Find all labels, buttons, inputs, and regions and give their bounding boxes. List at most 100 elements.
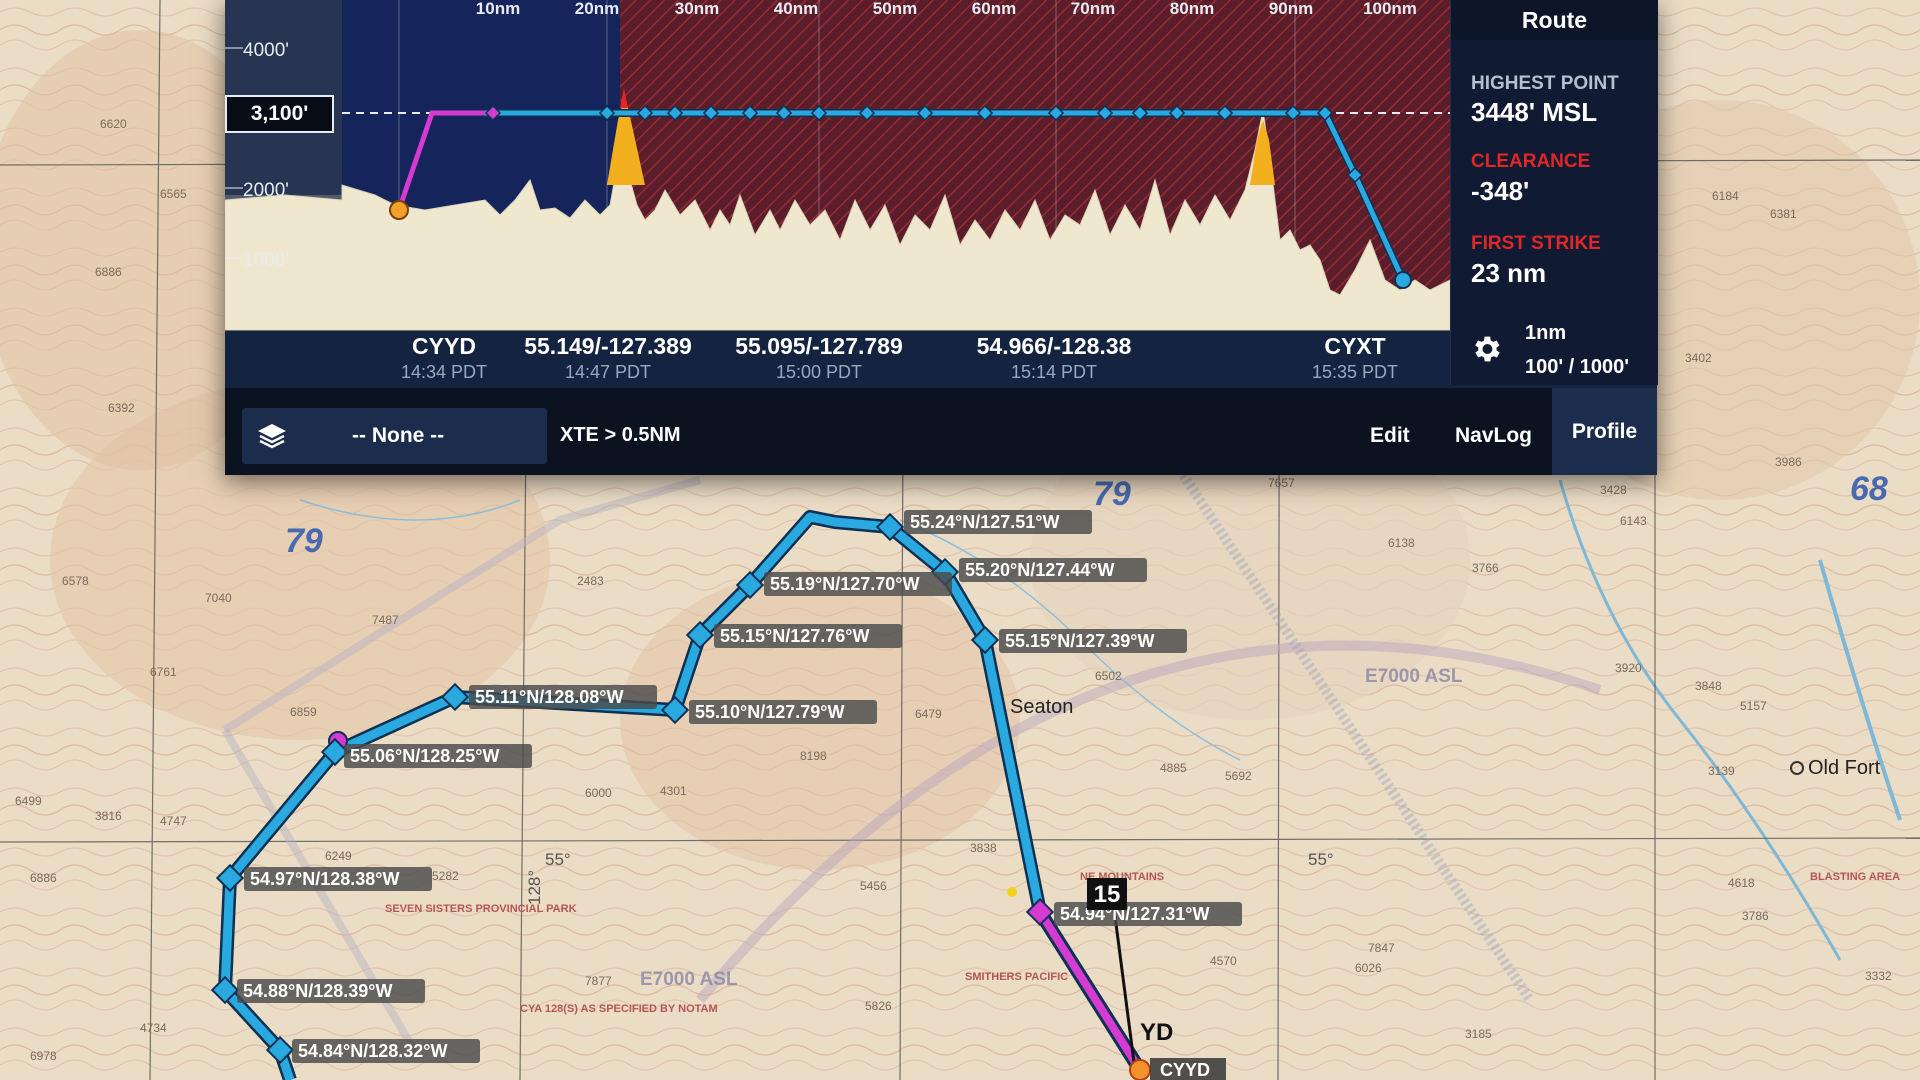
current-altitude-box[interactable]: 3,100' <box>225 95 334 133</box>
elevation-label: 6565 <box>160 187 187 201</box>
distance-tick-90nm: 90nm <box>1269 0 1313 18</box>
elevation-label: 7040 <box>205 591 232 605</box>
elevation-label: 6978 <box>30 1049 57 1063</box>
elevation-label: 3816 <box>95 809 122 823</box>
distance-tick-80nm: 80nm <box>1170 0 1214 18</box>
waypoint-label[interactable]: 55.11°N/128.08°W <box>469 685 657 709</box>
altitude-tick-2000: 2000' <box>243 180 289 201</box>
elevation-label: 3986 <box>1775 455 1802 469</box>
point-time: 15:00 PDT <box>775 362 863 382</box>
airport-code-partial: YD <box>1140 1019 1173 1046</box>
point-time: 15:14 PDT <box>1010 362 1098 382</box>
point-name: 55.095/-127.789 <box>735 333 903 359</box>
elevation-label: 7847 <box>1368 941 1395 955</box>
waypoint-coordinate: 54.88°N/128.39°W <box>243 981 392 1001</box>
elevation-label: 4570 <box>1210 954 1237 968</box>
horizontal-scale-label: 1nm <box>1525 322 1567 344</box>
elevation-label: 6886 <box>30 871 57 885</box>
elevation-label: 6026 <box>1355 961 1382 975</box>
waypoint-label[interactable]: 55.15°N/127.76°W <box>714 624 902 648</box>
clearance-label: CLEARANCE <box>1471 151 1591 172</box>
distance-tick-40nm: 40nm <box>774 0 818 18</box>
waypoint-label[interactable]: 54.88°N/128.39°W <box>237 979 425 1003</box>
elevation-label: 3139 <box>1708 764 1735 778</box>
elevation-label: 7487 <box>372 613 399 627</box>
airport-marker-icon <box>1129 1059 1151 1080</box>
elevation-profile-panel: 4000' 2000' 1000' 10nm 20nm 30nm 40nm 50… <box>225 0 1658 475</box>
elevation-label: 5456 <box>860 879 887 893</box>
waypoint-label[interactable]: 54.94°N/127.31°W <box>1054 902 1242 926</box>
waypoint-label[interactable]: 54.84°N/128.32°W <box>292 1039 480 1063</box>
edit-button[interactable]: Edit <box>1370 424 1410 448</box>
profile-button[interactable]: Profile <box>1552 388 1657 475</box>
profile-chart[interactable]: 4000' 2000' 1000' 10nm 20nm 30nm 40nm 50… <box>225 0 1657 390</box>
elevation-label: 6479 <box>915 707 942 721</box>
elevation-label: 6381 <box>1770 207 1797 221</box>
elevation-label: 3848 <box>1695 679 1722 693</box>
profile-point-4[interactable]: 54.966/-128.38 15:14 PDT <box>944 333 1164 383</box>
point-name: CYXT <box>1324 333 1386 359</box>
layers-icon <box>258 424 286 449</box>
waypoint-label[interactable]: 54.97°N/128.38°W <box>244 867 432 891</box>
distance-tick-20nm: 20nm <box>575 0 619 18</box>
altitude-tick-1000: 1000' <box>243 250 289 271</box>
elevation-label: 6143 <box>1620 514 1647 528</box>
elevation-label: 3920 <box>1615 661 1642 675</box>
waypoint-coordinate: 55.15°N/127.76°W <box>720 626 869 646</box>
airport-label-cyyd: CYYD <box>1160 1060 1210 1080</box>
distance-tick-10nm: 10nm <box>476 0 520 18</box>
airspace-label: E7000 ASL <box>1365 666 1463 687</box>
layer-select-button[interactable]: -- None -- <box>242 408 547 464</box>
point-name: 55.149/-127.389 <box>524 333 692 359</box>
map-chart-number: 68 <box>1850 470 1888 508</box>
first-strike-value: 23 nm <box>1471 258 1547 288</box>
profile-point-2[interactable]: 55.149/-127.389 14:47 PDT <box>498 333 718 383</box>
waypoint-label[interactable]: 55.06°N/128.25°W <box>344 744 532 768</box>
profile-point-destination[interactable]: CYXT 15:35 PDT <box>1245 333 1465 383</box>
xte-filter-label[interactable]: XTE > 0.5NM <box>560 424 681 447</box>
map-grid-label: 55° <box>1308 850 1334 869</box>
waypoint-dot-icon <box>1007 887 1017 897</box>
distance-tick-50nm: 50nm <box>873 0 917 18</box>
elevation-label: 3428 <box>1600 483 1627 497</box>
elevation-label: 6499 <box>15 794 42 808</box>
waypoint-coordinate: 55.19°N/127.70°W <box>770 574 919 594</box>
waypoint-coordinate: 55.06°N/128.25°W <box>350 746 499 766</box>
waypoint-label[interactable]: 55.10°N/127.79°W <box>689 700 877 724</box>
elevation-label: 6392 <box>108 401 135 415</box>
highest-point-value: 3448' MSL <box>1471 97 1598 127</box>
elevation-label: 5282 <box>432 869 459 883</box>
destination-point-icon <box>1394 271 1412 289</box>
elevation-label: 3185 <box>1465 1027 1492 1041</box>
layer-select-value: -- None -- <box>352 424 445 447</box>
map-note: SEVEN SISTERS PROVINCIAL PARK <box>385 903 577 915</box>
place-label-seaton: Seaton <box>1010 696 1073 718</box>
distance-tick-70nm: 70nm <box>1071 0 1115 18</box>
profile-point-3[interactable]: 55.095/-127.789 15:00 PDT <box>709 333 929 383</box>
clearance-value: -348' <box>1471 176 1530 206</box>
distance-tick-30nm: 30nm <box>675 0 719 18</box>
map-chart-number: 79 <box>285 522 323 560</box>
elevation-label: 4885 <box>1160 761 1187 775</box>
map-grid-label: 55° <box>545 850 571 869</box>
highest-point-label: HIGHEST POINT <box>1471 73 1619 94</box>
gear-icon <box>1475 336 1500 362</box>
elevation-label: 6138 <box>1388 536 1415 550</box>
elevation-label: 5826 <box>865 999 892 1013</box>
waypoint-label[interactable]: 55.19°N/127.70°W <box>764 572 952 596</box>
profile-settings-button[interactable] <box>1450 313 1522 385</box>
waypoint-coordinate: 54.94°N/127.31°W <box>1060 904 1209 924</box>
elevation-label: 6578 <box>62 574 89 588</box>
map-grid-label: 128° <box>525 870 544 905</box>
runway-number: 15 <box>1094 881 1121 908</box>
waypoint-label[interactable]: 55.15°N/127.39°W <box>999 629 1187 653</box>
elevation-label: 6502 <box>1095 669 1122 683</box>
route-tab[interactable]: Route <box>1451 0 1658 40</box>
elevation-label: 6886 <box>95 265 122 279</box>
navlog-button[interactable]: NavLog <box>1455 424 1532 448</box>
waypoint-label[interactable]: 55.20°N/127.44°W <box>959 558 1147 582</box>
waypoint-label[interactable]: 55.24°N/127.51°W <box>904 510 1092 534</box>
elevation-label: 5157 <box>1740 699 1767 713</box>
departure-point-icon <box>389 200 409 220</box>
elevation-label: 3766 <box>1472 561 1499 575</box>
